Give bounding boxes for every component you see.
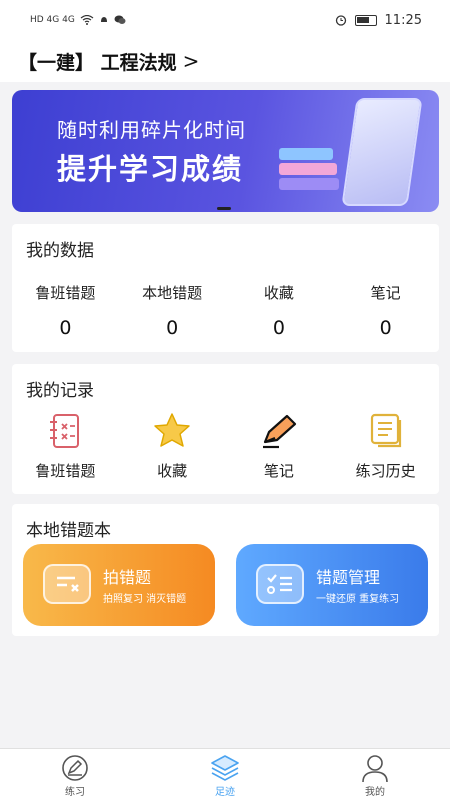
photo-wrong-button[interactable]: 拍错题 拍照复习 消灭错题 [23, 544, 215, 626]
tab-practice[interactable]: 练习 [0, 749, 150, 800]
banner-indicator [217, 207, 231, 210]
status-bar: HD 4G 4G 11:25 [0, 0, 450, 40]
my-records-title: 我的记录 [26, 381, 94, 401]
photo-wrong-subtitle: 拍照复习 消灭错题 [103, 594, 187, 605]
data-luban-wrong[interactable]: 鲁班错题 0 [12, 282, 119, 339]
wrong-notes-icon [50, 414, 80, 448]
history-icon [370, 413, 401, 448]
layers-icon [211, 755, 239, 781]
my-records-card: 我的记录 鲁班错题 收藏 笔记 练习历史 [12, 364, 439, 494]
data-value: 0 [272, 317, 285, 339]
wifi-icon [80, 15, 94, 25]
data-label: 笔记 [370, 284, 401, 302]
bottom-tab-bar: 练习 足迹 我的 [0, 748, 450, 800]
local-wrong-card: 本地错题本 拍错题 拍照复习 消灭错题 错题管理 一键还原 重复练习 [12, 504, 439, 636]
notification-icon [100, 17, 107, 22]
photo-wrong-icon [43, 564, 91, 604]
chevron-right-icon: > [182, 49, 200, 73]
data-label: 本地错题 [142, 284, 203, 302]
tab-label: 我的 [365, 787, 385, 798]
pen-icon [262, 414, 296, 449]
manage-wrong-icon [256, 564, 304, 604]
manage-wrong-title: 错题管理 [316, 568, 381, 587]
manage-wrong-subtitle: 一键还原 重复练习 [316, 594, 400, 605]
data-label: 收藏 [263, 284, 294, 302]
alarm-icon [335, 15, 346, 26]
status-right: 11:25 [335, 13, 422, 28]
course-title: 【一建】 工程法规 [18, 51, 177, 74]
data-value: 0 [166, 317, 179, 339]
status-left-icons: HD 4G 4G [30, 15, 126, 25]
my-data-title: 我的数据 [26, 241, 94, 261]
record-label: 收藏 [157, 462, 188, 480]
data-favorites[interactable]: 收藏 0 [226, 282, 333, 339]
battery-icon [354, 14, 377, 26]
record-label: 鲁班错题 [35, 462, 96, 480]
phone-illustration [341, 98, 423, 206]
books-illustration [279, 148, 339, 196]
data-value: 0 [379, 317, 392, 339]
network-indicator: HD 4G 4G [30, 15, 75, 25]
photo-wrong-title: 拍错题 [103, 568, 152, 587]
record-label: 笔记 [263, 462, 294, 480]
promo-banner[interactable]: 随时利用碎片化时间 提升学习成绩 [12, 90, 439, 212]
record-label: 练习历史 [355, 462, 416, 480]
course-selector[interactable]: 【一建】 工程法规 > [0, 40, 450, 82]
user-icon [362, 755, 388, 783]
banner-line2: 提升学习成绩 [57, 152, 244, 186]
tab-label: 练习 [65, 787, 85, 798]
banner-line1: 随时利用碎片化时间 [57, 118, 246, 142]
local-wrong-title: 本地错题本 [26, 521, 111, 541]
wechat-icon [114, 15, 126, 24]
tab-label: 足迹 [215, 787, 235, 798]
my-data-card: 我的数据 鲁班错题 0 本地错题 0 收藏 0 笔记 0 [12, 224, 439, 352]
data-label: 鲁班错题 [35, 284, 96, 302]
manage-wrong-button[interactable]: 错题管理 一键还原 重复练习 [236, 544, 428, 626]
data-local-wrong[interactable]: 本地错题 0 [119, 282, 226, 339]
data-notes[interactable]: 笔记 0 [332, 282, 439, 339]
record-history[interactable]: 练习历史 [332, 412, 439, 481]
edit-circle-icon [62, 755, 88, 781]
tab-footprint[interactable]: 足迹 [150, 749, 300, 800]
record-notes[interactable]: 笔记 [226, 412, 333, 481]
record-favorites[interactable]: 收藏 [119, 412, 226, 481]
tab-mine[interactable]: 我的 [300, 749, 450, 800]
clock: 11:25 [384, 12, 422, 28]
record-luban-wrong[interactable]: 鲁班错题 [12, 412, 119, 481]
star-icon [154, 413, 190, 447]
data-value: 0 [59, 317, 72, 339]
